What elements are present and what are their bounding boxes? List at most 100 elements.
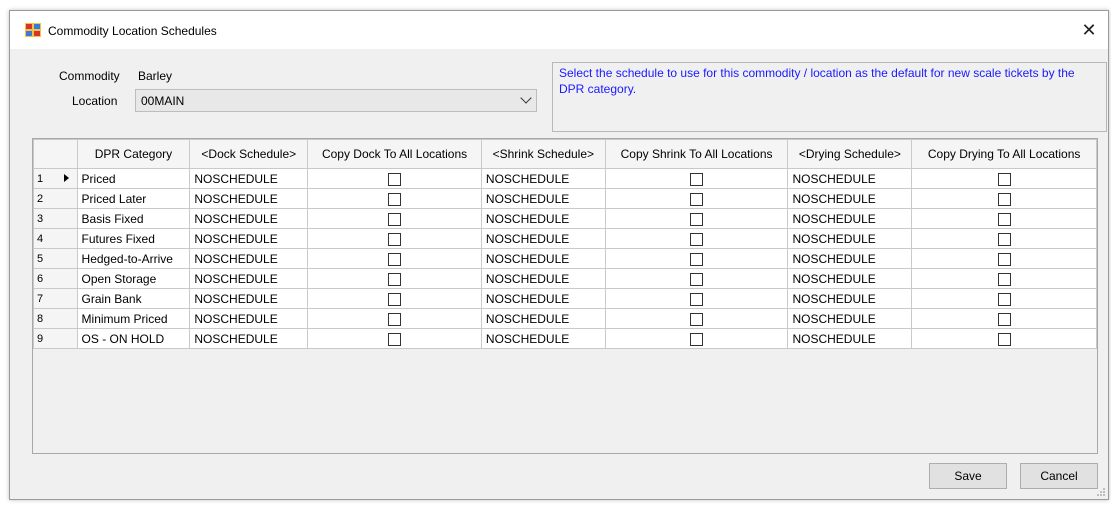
header-dpr-category[interactable]: DPR Category <box>76 139 191 169</box>
row-number[interactable]: 7 <box>33 288 78 309</box>
table-row[interactable]: 6 Open Storage NOSCHEDULE NOSCHEDULE NOSCHED… <box>33 268 1097 289</box>
shrink-schedule-cell[interactable]: NOSCHEDULE <box>480 248 606 269</box>
dock-schedule-cell[interactable]: NOSCHEDULE <box>189 248 309 269</box>
copy-drying-checkbox[interactable] <box>997 192 1011 206</box>
drying-schedule-cell[interactable]: NOSCHEDULE <box>787 288 913 309</box>
schedules-grid[interactable]: DPR Category <Dock Schedule> Copy Dock To … <box>32 138 1098 454</box>
dpr-category-cell[interactable]: Grain Bank <box>76 288 191 309</box>
dock-schedule-cell[interactable]: NOSCHEDULE <box>189 208 309 229</box>
table-row[interactable]: 3 Basis Fixed NOSCHEDULE NOSCHEDULE NOSCHEDU… <box>33 208 1097 229</box>
shrink-schedule-cell[interactable]: NOSCHEDULE <box>480 328 606 349</box>
shrink-schedule-cell[interactable]: NOSCHEDULE <box>480 288 606 309</box>
copy-dock-checkbox[interactable] <box>388 232 402 246</box>
copy-drying-checkbox[interactable] <box>997 332 1011 346</box>
dpr-category-cell[interactable]: Priced <box>76 168 191 189</box>
copy-dock-checkbox[interactable] <box>388 292 402 306</box>
drying-schedule-cell[interactable]: NOSCHEDULE <box>787 228 913 249</box>
copy-dock-checkbox[interactable] <box>388 192 402 206</box>
dock-schedule-cell[interactable]: NOSCHEDULE <box>189 188 309 209</box>
copy-drying-checkbox[interactable] <box>997 252 1011 266</box>
drying-schedule-cell[interactable]: NOSCHEDULE <box>787 268 913 289</box>
table-row[interactable]: 2 Priced Later NOSCHEDULE NOSCHEDULE NOSCHED… <box>33 188 1097 209</box>
header-copy-drying[interactable]: Copy Drying To All Locations <box>911 139 1097 169</box>
dpr-category-cell[interactable]: Hedged-to-Arrive <box>76 248 191 269</box>
row-number[interactable]: 1 <box>33 168 78 189</box>
location-select[interactable]: 00MAIN <box>135 89 537 112</box>
copy-shrink-checkbox[interactable] <box>690 272 704 286</box>
table-row[interactable]: 9 OS - ON HOLD NOSCHEDULE NOSCHEDULE NOSCHED… <box>33 328 1097 349</box>
shrink-schedule-cell[interactable]: NOSCHEDULE <box>480 168 606 189</box>
row-number[interactable]: 4 <box>33 228 78 249</box>
drying-schedule-cell[interactable]: NOSCHEDULE <box>787 328 913 349</box>
header-dock-schedule[interactable]: <Dock Schedule> <box>189 139 309 169</box>
copy-dock-checkbox[interactable] <box>388 252 402 266</box>
resize-grip-icon[interactable] <box>1096 487 1106 497</box>
save-button[interactable]: Save <box>929 463 1007 489</box>
copy-drying-checkbox[interactable] <box>997 272 1011 286</box>
table-row[interactable]: 5 Hedged-to-Arrive NOSCHEDULE NOSCHEDULE NOS… <box>33 248 1097 269</box>
copy-shrink-checkbox[interactable] <box>690 212 704 226</box>
row-number[interactable]: 9 <box>33 328 78 349</box>
table-row[interactable]: 1 Priced NOSCHEDULE NOSCHEDULE NOSCHEDULE <box>33 168 1097 189</box>
drying-schedule-cell[interactable]: NOSCHEDULE <box>787 248 913 269</box>
copy-shrink-checkbox[interactable] <box>690 252 704 266</box>
shrink-schedule-cell[interactable]: NOSCHEDULE <box>480 188 606 209</box>
copy-shrink-checkbox[interactable] <box>690 312 704 326</box>
drying-schedule-cell[interactable]: NOSCHEDULE <box>787 188 913 209</box>
table-row[interactable]: 4 Futures Fixed NOSCHEDULE NOSCHEDULE NOSCHE… <box>33 228 1097 249</box>
shrink-schedule-cell[interactable]: NOSCHEDULE <box>480 308 606 329</box>
copy-dock-checkbox[interactable] <box>388 172 402 186</box>
copy-dock-checkbox[interactable] <box>388 332 402 346</box>
drying-schedule-cell[interactable]: NOSCHEDULE <box>787 208 913 229</box>
dpr-category-cell[interactable]: OS - ON HOLD <box>76 328 191 349</box>
drying-schedule-cell[interactable]: NOSCHEDULE <box>787 308 913 329</box>
copy-drying-cell <box>911 268 1097 289</box>
copy-drying-checkbox[interactable] <box>997 292 1011 306</box>
dpr-category-cell[interactable]: Priced Later <box>76 188 191 209</box>
copy-drying-checkbox[interactable] <box>997 212 1011 226</box>
header-copy-dock[interactable]: Copy Dock To All Locations <box>307 139 482 169</box>
chevron-down-icon[interactable] <box>520 92 532 104</box>
commodity-label: Commodity <box>59 69 120 83</box>
copy-dock-checkbox[interactable] <box>388 272 402 286</box>
row-number[interactable]: 2 <box>33 188 78 209</box>
dpr-category-cell[interactable]: Minimum Priced <box>76 308 191 329</box>
row-number[interactable]: 6 <box>33 268 78 289</box>
dpr-category-cell[interactable]: Futures Fixed <box>76 228 191 249</box>
copy-shrink-checkbox[interactable] <box>690 232 704 246</box>
dock-schedule-cell[interactable]: NOSCHEDULE <box>189 268 309 289</box>
copy-drying-checkbox[interactable] <box>997 312 1011 326</box>
dpr-category-cell[interactable]: Basis Fixed <box>76 208 191 229</box>
copy-shrink-checkbox[interactable] <box>690 172 704 186</box>
dock-schedule-cell[interactable]: NOSCHEDULE <box>189 308 309 329</box>
schedules-table: DPR Category <Dock Schedule> Copy Dock To … <box>33 139 1097 349</box>
copy-dock-checkbox[interactable] <box>388 212 402 226</box>
copy-shrink-checkbox[interactable] <box>690 332 704 346</box>
cancel-button[interactable]: Cancel <box>1020 463 1098 489</box>
header-shrink-schedule[interactable]: <Shrink Schedule> <box>480 139 606 169</box>
copy-drying-checkbox[interactable] <box>997 172 1011 186</box>
drying-schedule-cell[interactable]: NOSCHEDULE <box>787 168 913 189</box>
row-number[interactable]: 5 <box>33 248 78 269</box>
dock-schedule-cell[interactable]: NOSCHEDULE <box>189 168 309 189</box>
table-row[interactable]: 8 Minimum Priced NOSCHEDULE NOSCHEDULE NOSCH… <box>33 308 1097 329</box>
copy-dock-checkbox[interactable] <box>388 312 402 326</box>
row-number[interactable]: 3 <box>33 208 78 229</box>
dock-schedule-cell[interactable]: NOSCHEDULE <box>189 228 309 249</box>
row-number[interactable]: 8 <box>33 308 78 329</box>
dock-schedule-cell[interactable]: NOSCHEDULE <box>189 328 309 349</box>
close-icon[interactable]: ✕ <box>1078 19 1100 41</box>
copy-shrink-checkbox[interactable] <box>690 292 704 306</box>
dpr-category-cell[interactable]: Open Storage <box>76 268 191 289</box>
shrink-schedule-cell[interactable]: NOSCHEDULE <box>480 228 606 249</box>
row-number-label: 2 <box>37 192 44 205</box>
table-row[interactable]: 7 Grain Bank NOSCHEDULE NOSCHEDULE NOSCHEDUL… <box>33 288 1097 309</box>
shrink-schedule-cell[interactable]: NOSCHEDULE <box>480 268 606 289</box>
header-copy-shrink[interactable]: Copy Shrink To All Locations <box>604 139 789 169</box>
copy-drying-checkbox[interactable] <box>997 232 1011 246</box>
dock-schedule-cell[interactable]: NOSCHEDULE <box>189 288 309 309</box>
copy-shrink-checkbox[interactable] <box>690 192 704 206</box>
commodity-value: Barley <box>138 69 173 83</box>
header-drying-schedule[interactable]: <Drying Schedule> <box>787 139 913 169</box>
shrink-schedule-cell[interactable]: NOSCHEDULE <box>480 208 606 229</box>
